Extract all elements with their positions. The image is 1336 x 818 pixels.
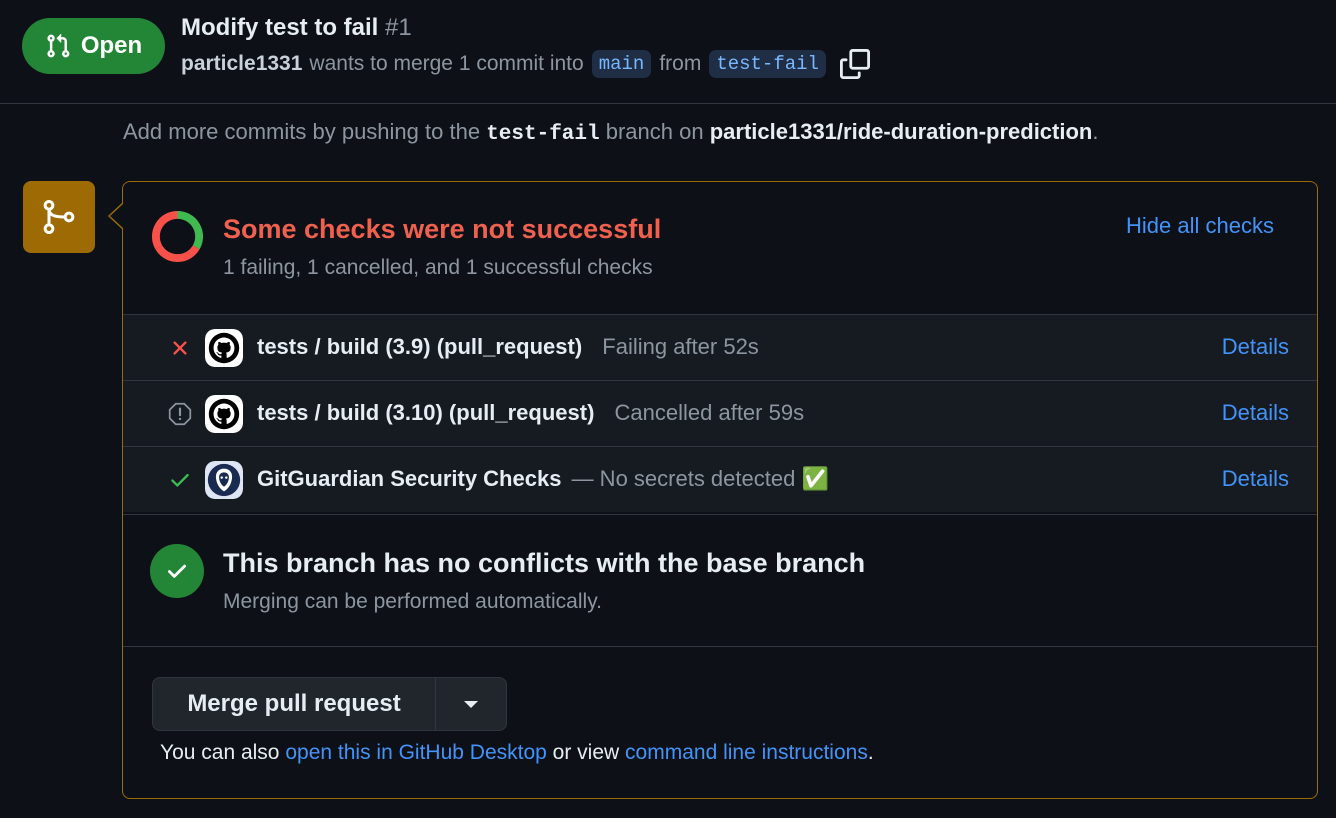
- triangle-down-icon: [464, 700, 478, 708]
- panel-caret-inner: [110, 204, 123, 228]
- check-icon: [168, 564, 186, 578]
- donut-segment: [155, 245, 200, 263]
- hint-suffix: .: [1092, 119, 1099, 144]
- pr-meta: particle1331 wants to merge 1 commit int…: [181, 49, 870, 79]
- open-in-desktop-link[interactable]: open this in GitHub Desktop: [285, 741, 546, 764]
- pr-author-link[interactable]: particle1331: [181, 52, 302, 76]
- check-icon: [171, 473, 189, 487]
- check-row-tests-3-10: tests / build (3.10) (pull_request) Canc…: [123, 380, 1317, 446]
- merge-status-section: [123, 514, 1317, 647]
- base-branch-label[interactable]: main: [591, 50, 652, 78]
- merge-alternatives-text: You can also open this in GitHub Desktop…: [160, 741, 874, 765]
- checks-title: Some checks were not successful: [223, 214, 662, 244]
- checks-summary: 1 failing, 1 cancelled, and 1 successful…: [223, 256, 653, 279]
- head-branch-label[interactable]: test-fail: [709, 50, 826, 78]
- merge-status-title: This branch has no conflicts with the ba…: [223, 548, 866, 578]
- push-hint: Add more commits by pushing to the test-…: [123, 119, 1098, 146]
- pr-title-text: Modify test to fail: [181, 14, 379, 41]
- pr-meta-text: wants to merge 1 commit into: [309, 52, 584, 75]
- check-name: GitGuardian Security Checks — No secrets…: [257, 466, 829, 492]
- merge-options-dropdown[interactable]: [436, 678, 506, 730]
- check-row-gitguardian: GitGuardian Security Checks — No secrets…: [123, 446, 1317, 512]
- gitguardian-icon: [205, 461, 243, 499]
- pull-request-icon: [47, 33, 70, 58]
- merge-status-subtitle: Merging can be performed automatically.: [223, 590, 602, 613]
- check-desc: Failing after 52s: [602, 334, 759, 359]
- pr-state-label: Open: [80, 32, 143, 59]
- check-row-tests-3-9: tests / build (3.9) (pull_request) Faili…: [123, 314, 1317, 380]
- pr-title: Modify test to fail #1: [181, 14, 412, 42]
- x-icon: [173, 341, 187, 355]
- merge-button-group: Merge pull request: [152, 677, 507, 731]
- hint-repo-link[interactable]: particle1331/ride-duration-prediction: [710, 119, 1093, 144]
- checks-donut-icon: [151, 210, 204, 263]
- check-desc: Cancelled after 59s: [614, 400, 805, 425]
- merge-ok-badge: [150, 544, 204, 598]
- git-branch-icon: [43, 200, 75, 235]
- hint-prefix: Add more commits by pushing to the: [123, 119, 481, 144]
- details-link[interactable]: Details: [1222, 400, 1289, 426]
- header-divider: [0, 103, 1336, 104]
- details-link[interactable]: Details: [1222, 334, 1289, 360]
- check-name-text: tests / build (3.10) (pull_request): [257, 400, 595, 425]
- copy-icon[interactable]: [839, 49, 870, 79]
- check-name-text: GitGuardian Security Checks: [257, 466, 562, 491]
- pr-state-badge: Open: [22, 18, 165, 74]
- git-merge-badge: [23, 181, 95, 253]
- from-text: from: [659, 52, 702, 75]
- donut-segment: [177, 210, 204, 250]
- donut-segment: [151, 210, 178, 250]
- github-icon: [205, 329, 243, 367]
- checks-list: tests / build (3.9) (pull_request) Faili…: [123, 314, 1317, 512]
- details-link[interactable]: Details: [1222, 466, 1289, 492]
- check-name-text: tests / build (3.9) (pull_request): [257, 334, 583, 359]
- pr-number: #1: [385, 14, 412, 41]
- hint-branch: test-fail: [486, 123, 600, 146]
- check-name: tests / build (3.9) (pull_request) Faili…: [257, 334, 759, 360]
- github-icon: [205, 395, 243, 433]
- also-suffix: .: [867, 741, 874, 764]
- also-middle: or view: [552, 741, 620, 764]
- hint-middle: branch on: [605, 119, 704, 144]
- also-prefix: You can also: [160, 741, 280, 764]
- merge-pull-request-button[interactable]: Merge pull request: [153, 678, 436, 730]
- stop-icon: [168, 402, 192, 426]
- command-line-instructions-link[interactable]: command line instructions: [625, 741, 868, 764]
- hide-all-checks-link[interactable]: Hide all checks: [1126, 213, 1274, 239]
- check-desc: — No secrets detected ✅: [571, 466, 829, 491]
- check-name: tests / build (3.10) (pull_request) Canc…: [257, 400, 804, 426]
